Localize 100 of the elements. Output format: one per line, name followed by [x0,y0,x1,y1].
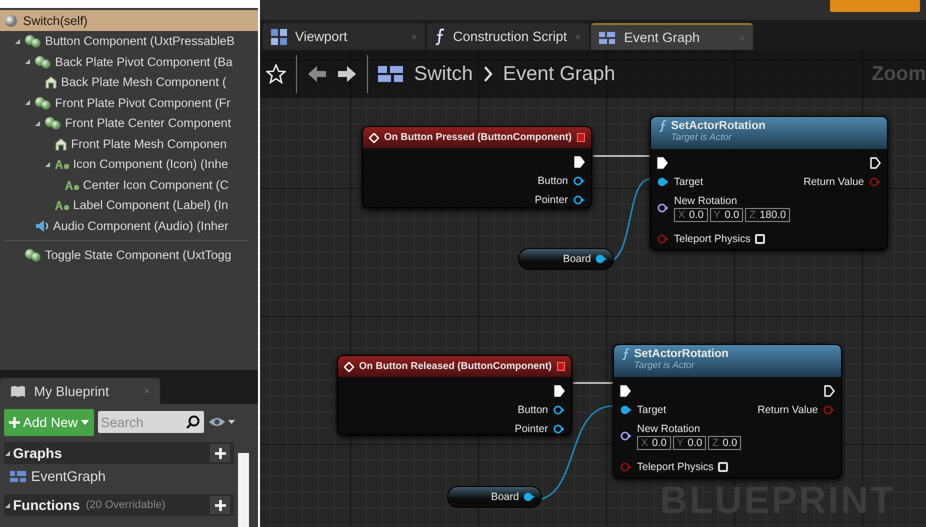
component-label[interactable]: Toggle State Component (UxtTogg [45,248,232,262]
event-node[interactable]: On Button Released (ButtonComponent) Button Pointer [337,355,572,435]
component-label[interactable]: Icon Component (Icon) (Inhe [73,157,228,172]
checkbox[interactable] [755,234,766,244]
forward-arrow-icon[interactable] [337,64,357,84]
graph-item[interactable]: EventGraph [4,464,236,488]
back-arrow-icon[interactable] [307,64,327,84]
expand-arrow-icon[interactable] [24,58,31,66]
node-title: SetActorRotation [671,120,766,132]
category-header[interactable]: Graphs [4,442,234,464]
expand-arrow-icon[interactable] [44,160,51,168]
sphere-icon [4,14,18,28]
component-label[interactable]: Center Icon Component (C [83,178,229,192]
caret-icon [228,420,235,424]
search-field[interactable]: Search [98,411,204,433]
my-blueprint-tab[interactable]: My Blueprint [0,378,160,404]
tab-label: My Blueprint [34,384,110,398]
exec-pin-icon[interactable] [824,384,835,396]
vector-field[interactable]: Y 0.0 [672,436,706,450]
text-component-icon [54,158,70,170]
editor-tab[interactable]: Construction Script [427,23,589,50]
pin-icon[interactable] [573,176,585,186]
component-label[interactable]: Front Plate Pivot Component (Fr [55,96,230,110]
function-node[interactable]: SetActorRotation Target is Actor Target Return Value New Rotation X 0.0 Y 0.0 Z 0.0 Teleport Physics [613,344,842,478]
axis-value: 0.0 [688,436,702,448]
function-icon [659,120,667,132]
variable-node[interactable]: Board [518,248,614,270]
pin-label: New Rotation [674,194,738,206]
pin-label: Pointer [514,422,548,434]
pin-icon[interactable] [553,424,565,434]
exec-pin-icon[interactable] [620,384,631,396]
delegate-pin[interactable] [556,362,565,371]
category-note: (20 Overridable) [86,499,166,511]
vector-field[interactable]: X 0.0 [637,436,671,450]
pin-label: Return Value [757,404,818,416]
checkbox[interactable] [718,462,728,472]
view-options-button[interactable] [208,417,235,427]
axis-value: 180.0 [760,208,786,220]
plus-icon [214,448,226,458]
node-subtitle: Target is Actor [670,132,733,143]
expand-arrow-icon[interactable] [4,502,11,508]
editor-tab[interactable]: Event Graph [591,23,753,50]
component-label[interactable]: Back Plate Mesh Component ( [61,75,226,90]
breadcrumb-item[interactable]: Event Graph [502,62,616,86]
function-node[interactable]: SetActorRotation Target is Actor Target Return Value New Rotation X 0.0 Y 0.0 Z 180.0 Teleport Physics [650,116,888,250]
vector-field[interactable]: Z 180.0 [745,208,790,222]
exec-pin-icon[interactable] [870,156,881,168]
axis-label: Z [712,436,719,448]
axis-label: X [678,208,686,220]
component-label[interactable]: Front Plate Mesh Componen [71,136,227,151]
pin-icon[interactable] [657,176,669,186]
component-label[interactable]: Label Component (Label) (In [73,198,228,212]
expand-arrow-icon[interactable] [4,450,11,456]
pin-icon[interactable] [553,404,565,414]
mesh-icon [44,75,58,90]
breadcrumb-item[interactable]: Switch [414,62,473,86]
pin-icon[interactable] [620,404,632,414]
pin-icon[interactable] [620,431,632,441]
spheres-icon [34,54,52,69]
exec-pin-icon[interactable] [657,156,668,168]
pin-icon[interactable] [595,254,607,264]
pin-icon[interactable] [523,492,535,502]
delegate-pin[interactable] [576,133,585,142]
expand-arrow-icon[interactable] [14,38,21,45]
add-button[interactable] [210,444,230,462]
pin-icon[interactable] [573,194,585,204]
component-label[interactable]: Front Plate Center Component [65,116,231,130]
exec-wire [593,155,650,157]
search-icon [186,415,200,429]
exec-pin-icon[interactable] [554,384,565,396]
editor-tab[interactable]: Viewport [263,23,425,50]
vector-field[interactable]: X 0.0 [674,208,708,222]
component-row[interactable]: Switch(self) [0,10,258,31]
exec-pin-icon[interactable] [574,156,585,168]
node-title: Board [490,491,519,503]
expand-arrow-icon[interactable] [24,99,31,106]
event-node[interactable]: On Button Pressed (ButtonComponent) Button Pointer [362,126,592,208]
category-label: Graphs [13,445,62,461]
pin-label: Pointer [534,194,568,206]
star-icon[interactable] [266,64,286,84]
expand-arrow-icon[interactable] [34,120,41,127]
category-header[interactable]: Functions (20 Overridable) [4,494,234,516]
component-label[interactable]: Audio Component (Audio) (Inher [53,218,228,233]
axis-value: 0.0 [689,208,704,220]
axis-label: Z [749,208,756,220]
node-subtitle: Target is Actor [633,360,696,371]
variable-node[interactable]: Board [447,486,542,508]
axis-value: 0.0 [652,436,667,448]
vector-field[interactable]: Z 0.0 [708,436,742,450]
component-label[interactable]: Button Component (UxtPressableB [45,34,235,48]
vector-field[interactable]: Y 0.0 [710,208,744,222]
add-button[interactable] [210,496,230,514]
scrollbar[interactable] [238,453,249,527]
component-label[interactable]: Back Plate Pivot Component (Ba [55,54,232,69]
function-icon [622,348,630,360]
pin-icon[interactable] [657,203,669,213]
category-label: Functions [13,497,80,513]
spheres-icon [24,34,42,48]
pin-label: Target [674,176,704,188]
spheres-icon [34,96,52,110]
